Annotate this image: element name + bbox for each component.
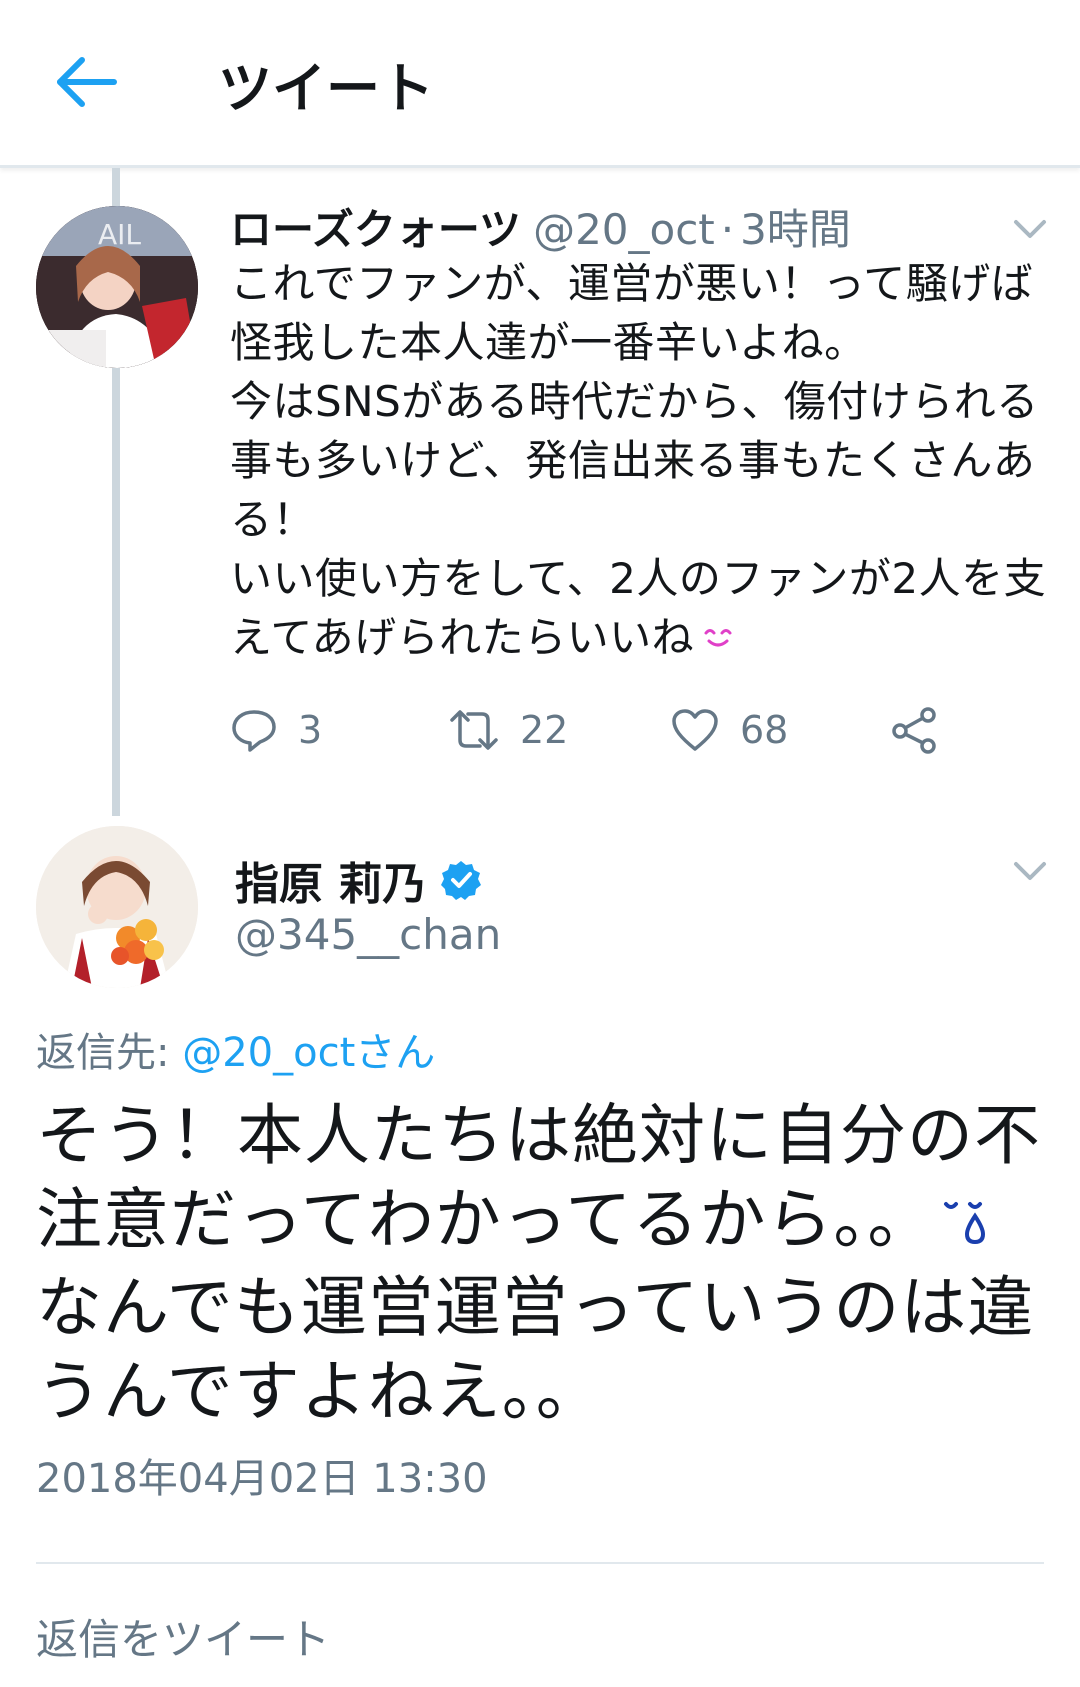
reply-to-mention[interactable]: @20_octさん [182,1030,435,1076]
share-icon [892,707,936,754]
reply-to-label: 返信先: [36,1030,170,1076]
avatar-rose-quartz[interactable]: AIL [36,206,198,368]
chevron-down-icon[interactable] [1010,214,1050,244]
share-button[interactable] [890,700,938,760]
tweet1-author-name[interactable]: ローズクォーツ [230,205,521,254]
svg-text:AIL: AIL [98,218,141,251]
tweet2-author-name-text: 指原 莉乃 [235,859,427,910]
tweet1-separator: · [720,205,735,254]
tweet1-line: いい使い方をして、2人のファンが2人を支えてあげられたらいいね [230,549,1060,670]
teardrop-emoji [942,1182,986,1266]
chevron-down-icon[interactable] [1010,856,1050,886]
arrow-left-icon[interactable] [52,52,122,112]
tweet2-line: なんでも運営運営っていうのは違うんですよねえ。。 [36,1268,1035,1430]
avatar-sashihara-rino[interactable] [36,826,198,988]
like-count: 68 [740,708,789,752]
retweet-count: 22 [520,708,569,752]
tweet1-line-text: いい使い方をして、2人のファンが2人を支えてあげられたらいいね [230,554,1047,662]
tweet2-author-handle[interactable]: @345__chan [235,910,501,959]
retweet-button[interactable]: 22 [448,700,568,760]
retweet-icon [450,710,498,750]
verified-badge-icon [441,861,482,900]
reply-button[interactable]: 3 [230,700,322,760]
reply-compose-input[interactable]: 返信をツイート [36,1606,330,1667]
tweet2-timestamp: 2018年04月02日 13:30 [36,1456,488,1502]
tweet1-timestamp: 3時間 [740,205,851,254]
reply-to-line: 返信先: @20_octさん [36,1020,435,1078]
like-button[interactable]: 68 [670,700,788,760]
divider [36,1562,1044,1564]
tweet1-text: これでファンが、運営が悪い！って騒げば怪我した本人達が一番辛いよね。 今はSNS… [230,254,1060,670]
tweet2-author-name[interactable]: 指原 莉乃 [235,848,482,912]
tweet2-line-text: そう！本人たちは絶対に自分の不注意だってわかってるから。。 [36,1097,1041,1258]
tweet1-line: これでファンが、運営が悪い！って騒げば怪我した本人達が一番辛いよね。 [230,259,1034,367]
tweet2-text: そう！本人たちは絶対に自分の不注意だってわかってるから。。 なんでも運営運営って… [36,1094,1056,1434]
smile-emoji [700,611,736,670]
top-app-bar: ツイート [0,0,1080,168]
tweet1-author-handle[interactable]: @20_oct [533,205,715,254]
tweet2-line: そう！本人たちは絶対に自分の不注意だってわかってるから。。 [36,1094,1056,1266]
heart-icon [672,709,718,751]
tweet1-header: ローズクォーツ @20_oct · 3時間 [230,200,851,260]
reply-icon [232,710,276,752]
page-title: ツイート [218,57,434,120]
reply-count: 3 [298,708,323,752]
tweet1-line: 今はSNSがある時代だから、傷付けられる事も多いけど、発信出来る事もたくさんある… [230,377,1039,544]
